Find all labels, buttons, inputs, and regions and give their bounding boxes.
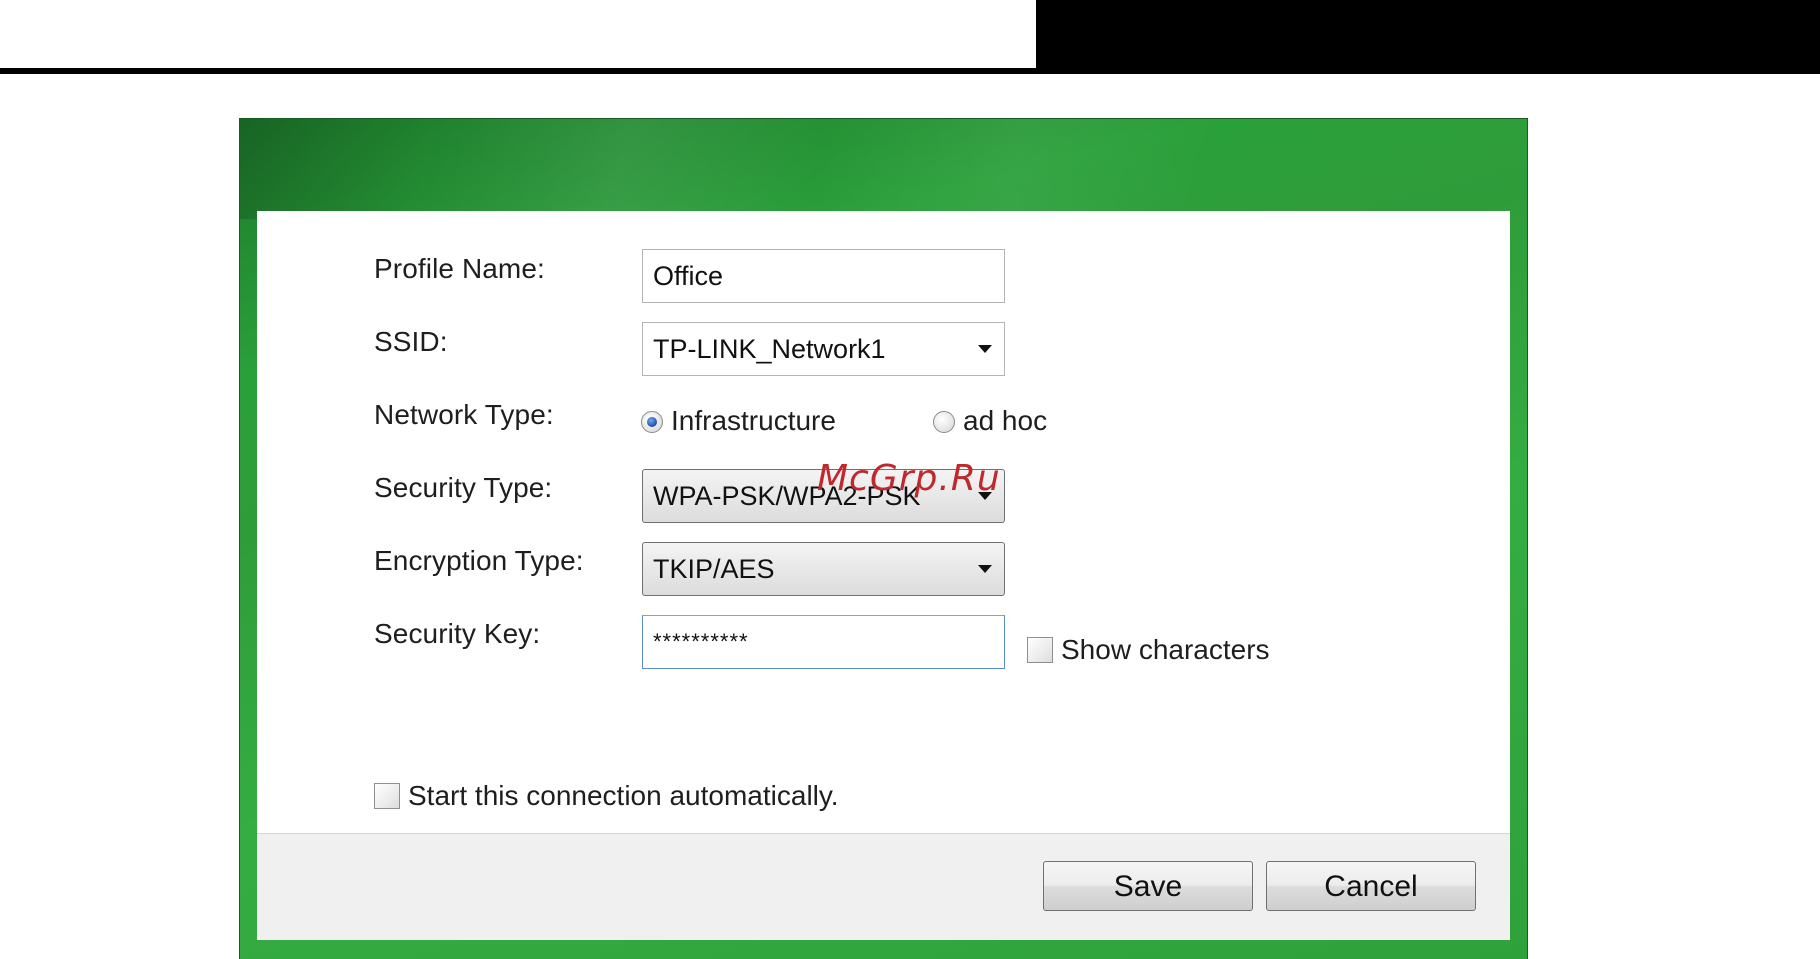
dialog-header: [240, 119, 1527, 211]
show-characters-label[interactable]: Show characters: [1061, 634, 1270, 666]
security-type-dropdown[interactable]: WPA-PSK/WPA2-PSK: [642, 469, 1005, 523]
encryption-type-dropdown[interactable]: TKIP/AES: [642, 542, 1005, 596]
ssid-label: SSID:: [374, 326, 448, 357]
security-key-value: **********: [653, 629, 749, 654]
security-type-label: Security Type:: [374, 472, 553, 503]
chevron-down-icon: [978, 565, 992, 573]
ssid-value: TP-LINK_Network1: [653, 334, 886, 364]
auto-connect-checkbox[interactable]: [374, 783, 400, 809]
ssid-dropdown[interactable]: TP-LINK_Network1: [642, 322, 1005, 376]
encryption-type-value: TKIP/AES: [653, 554, 775, 584]
security-type-value: WPA-PSK/WPA2-PSK: [653, 481, 921, 511]
top-black-block: [1036, 0, 1820, 74]
cancel-button[interactable]: Cancel: [1266, 861, 1476, 911]
auto-connect-label[interactable]: Start this connection automatically.: [408, 780, 839, 812]
infrastructure-radio[interactable]: [641, 411, 663, 433]
profile-name-label: Profile Name:: [374, 253, 545, 284]
content-panel: Profile Name: SSID: TP-LINK_Network1 Net…: [257, 211, 1510, 833]
chevron-down-icon: [978, 492, 992, 500]
ad-hoc-label[interactable]: ad hoc: [963, 405, 1047, 437]
security-key-label: Security Key:: [374, 618, 541, 649]
ad-hoc-radio[interactable]: [933, 411, 955, 433]
profile-name-input[interactable]: [642, 249, 1005, 303]
page: Profile Name: SSID: TP-LINK_Network1 Net…: [0, 0, 1820, 959]
infrastructure-label[interactable]: Infrastructure: [671, 405, 836, 437]
encryption-type-label: Encryption Type:: [374, 545, 584, 576]
security-key-input[interactable]: **********: [642, 615, 1005, 669]
save-button[interactable]: Save: [1043, 861, 1253, 911]
chevron-down-icon: [978, 345, 992, 353]
network-type-label: Network Type:: [374, 399, 554, 430]
show-characters-checkbox[interactable]: [1027, 637, 1053, 663]
profile-dialog: Profile Name: SSID: TP-LINK_Network1 Net…: [239, 118, 1528, 959]
